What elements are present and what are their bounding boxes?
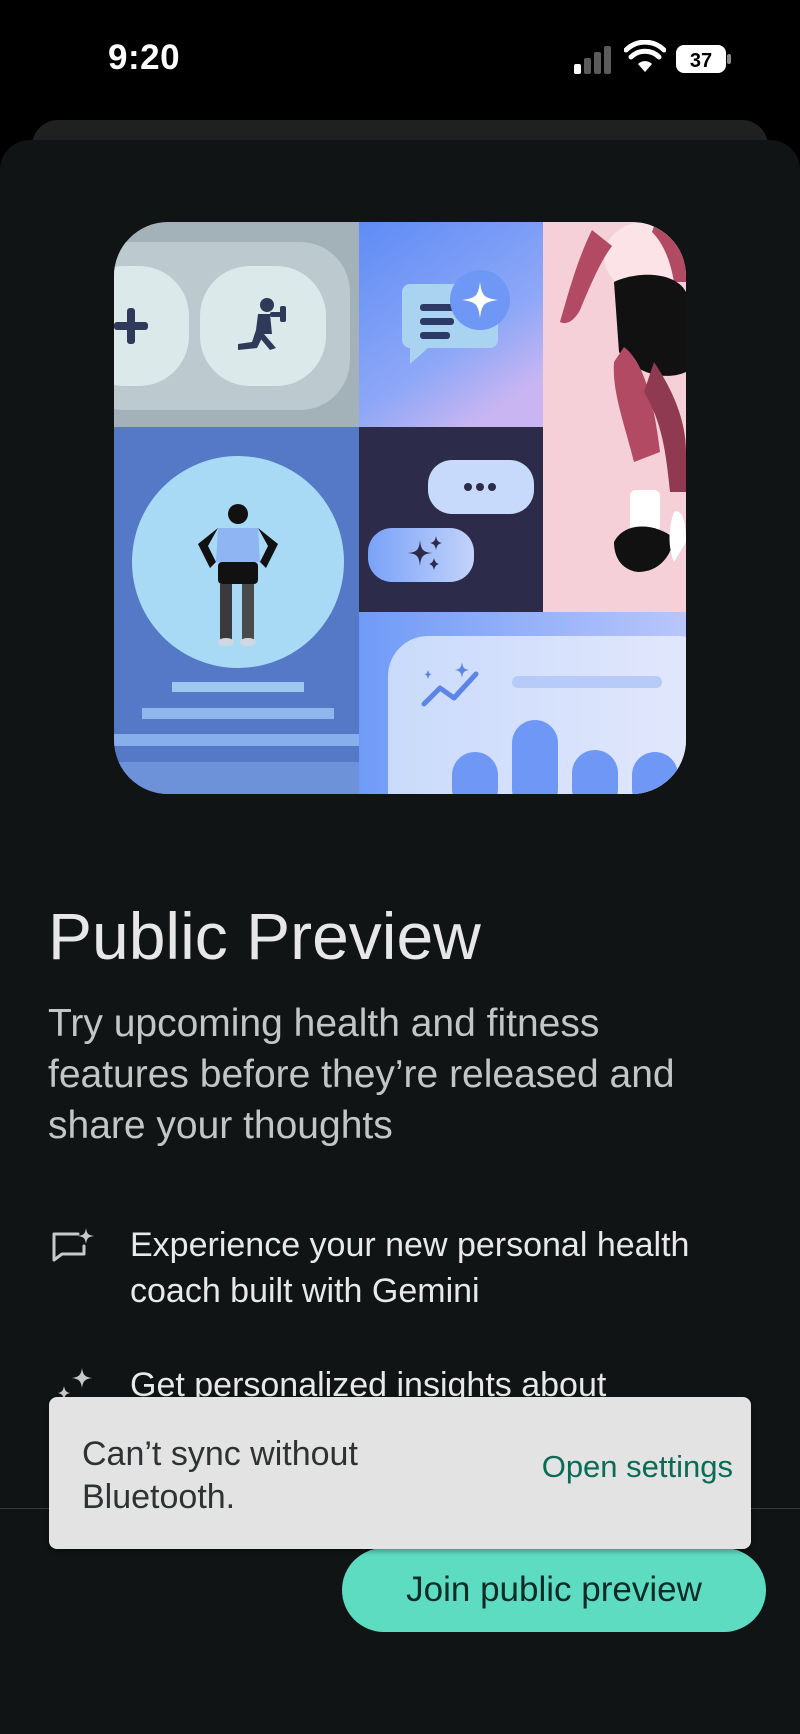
hero-illustration [114,222,686,794]
cellular-signal-icon [574,46,611,74]
page-title: Public Preview [48,899,481,973]
battery-icon: 37 [676,45,731,73]
more-dots-icon [428,460,534,514]
join-public-preview-button[interactable]: Join public preview [342,1548,766,1632]
open-settings-button[interactable]: Open settings [542,1449,733,1485]
wifi-icon [624,40,666,72]
feature-item-coach: Experience your new personal health coac… [48,1222,768,1322]
page-subtitle: Try upcoming health and fitness features… [48,1002,675,1147]
battery-level: 37 [690,50,712,72]
status-time: 9:20 [108,38,181,77]
feature-text: Experience your new personal health coac… [130,1226,690,1310]
snackbar-message: Can’t sync without Bluetooth. [82,1435,358,1516]
bluetooth-snackbar: Can’t sync without Bluetooth. Open setti… [49,1397,751,1549]
chat-sparkle-icon [52,1228,94,1262]
status-bar: 9:20 37 [0,0,800,120]
sparkle-icon [368,528,474,582]
